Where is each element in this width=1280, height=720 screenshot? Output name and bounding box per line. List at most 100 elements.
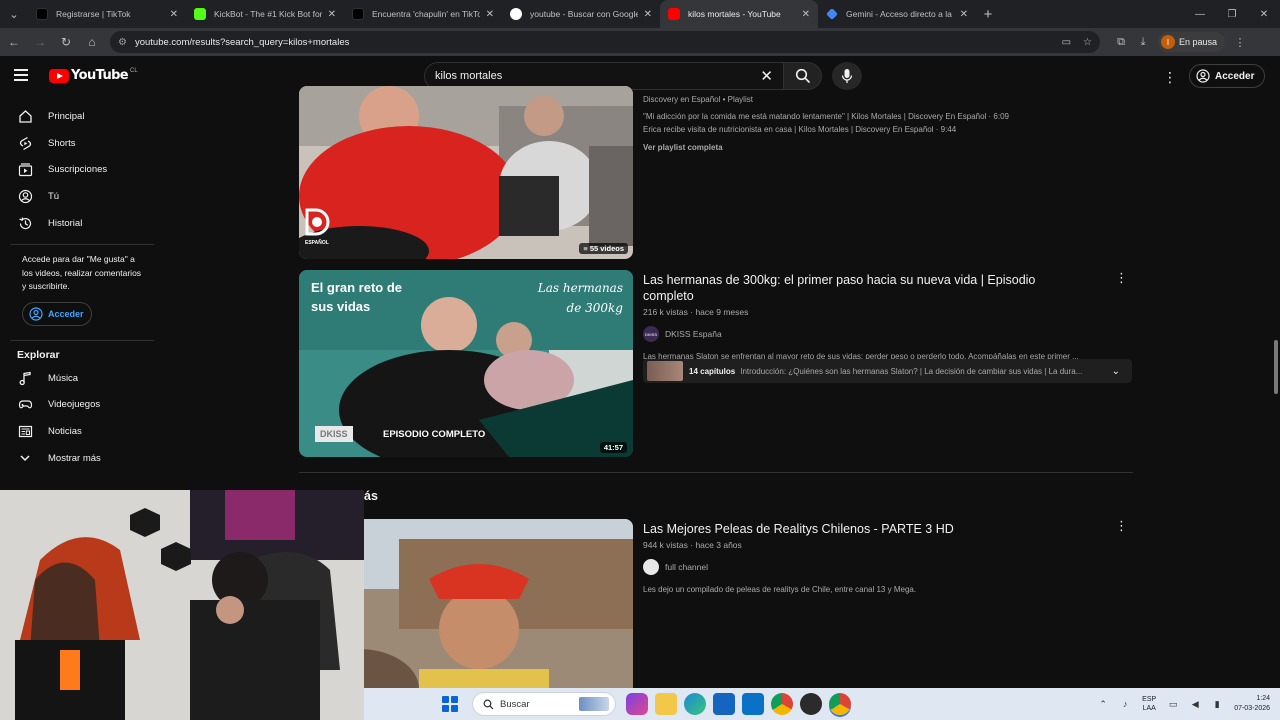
taskbar-search-box[interactable]: Buscar: [472, 692, 616, 716]
sidebar-item-label: Shorts: [48, 137, 76, 149]
browser-tab[interactable]: KickBot - The #1 Kick Bot for Cl ✕: [186, 0, 344, 28]
tab-search-button[interactable]: ⌄: [0, 0, 28, 28]
input-language[interactable]: ESP LAA: [1142, 695, 1156, 713]
microphone-icon[interactable]: ♪: [1118, 699, 1132, 709]
sidebar-item-historial[interactable]: Historial: [0, 210, 156, 237]
bookmark-star-icon[interactable]: ☆: [1083, 37, 1092, 48]
profile-button[interactable]: I En pausa: [1158, 32, 1226, 52]
browser-tab[interactable]: youtube - Buscar con Google ✕: [502, 0, 660, 28]
scrollbar-thumb[interactable]: [1274, 340, 1278, 394]
video-info: Las hermanas de 300kg: el primer paso ha…: [643, 272, 1083, 361]
chapters-list: Introducción: ¿Quiénes son las hermanas …: [740, 366, 1083, 376]
sidebar-item-musica[interactable]: Música: [0, 365, 156, 392]
video-title[interactable]: Las Mejores Peleas de Realitys Chilenos …: [643, 521, 1083, 537]
site-info-icon[interactable]: ⚙: [118, 37, 127, 48]
forward-icon[interactable]: →: [28, 30, 52, 54]
chevron-down-icon[interactable]: ⌄: [1112, 366, 1120, 377]
close-tab-icon[interactable]: ✕: [960, 9, 968, 20]
close-tab-icon[interactable]: ✕: [802, 9, 810, 20]
sidebar-signin-button[interactable]: Acceder: [22, 301, 92, 326]
sidebar-item-principal[interactable]: Principal: [0, 103, 156, 130]
browser-toolbar: ← → ↻ ⌂ ⚙ youtube.com/results?search_que…: [0, 28, 1280, 56]
chrome-icon[interactable]: [771, 693, 793, 715]
browser-tab-active[interactable]: kilos mortales - YouTube ✕: [660, 0, 818, 28]
close-tab-icon[interactable]: ✕: [486, 9, 494, 20]
video-thumbnail[interactable]: El gran reto de sus vidas Las hermanas d…: [299, 270, 633, 457]
sidebar-item-shorts[interactable]: Shorts: [0, 130, 156, 157]
sidebar-item-noticias[interactable]: Noticias: [0, 418, 156, 445]
system-clock[interactable]: 1:24 07-03-2026: [1234, 694, 1270, 714]
browser-tab[interactable]: Encuentra 'chapulin' en TikTok ✕: [344, 0, 502, 28]
view-full-playlist-link[interactable]: Ver playlist completa: [643, 143, 1083, 152]
guide-menu-icon[interactable]: [14, 66, 34, 86]
file-explorer-icon[interactable]: [655, 693, 677, 715]
channel-avatar: [643, 559, 659, 575]
reload-icon[interactable]: ↻: [54, 30, 78, 54]
minimize-icon[interactable]: —: [1184, 0, 1216, 28]
subscriptions-icon: [17, 162, 33, 178]
playlist-video-item[interactable]: "Mi adicción por la comida me está matan…: [643, 112, 1083, 121]
browser-menu-icon[interactable]: ⋮: [1229, 36, 1251, 49]
download-icon[interactable]: ⤓: [1132, 36, 1154, 49]
search-button[interactable]: [784, 62, 822, 90]
playlist-video-item[interactable]: Erica recibe visita de nutricionista en …: [643, 125, 1083, 134]
new-tab-button[interactable]: +: [976, 0, 1000, 28]
cast-icon[interactable]: ▭: [1062, 37, 1071, 48]
tab-title: Encuentra 'chapulin' en TikTok: [372, 9, 480, 19]
playlist-channel-line[interactable]: Discovery en Español • Playlist: [643, 95, 1083, 104]
tab-title: kilos mortales - YouTube: [688, 9, 781, 19]
account-icon: [1196, 69, 1210, 83]
extensions-icon[interactable]: ⧉: [1110, 36, 1132, 49]
restore-icon[interactable]: ❐: [1216, 0, 1248, 28]
sidebar-item-videojuegos[interactable]: Videojuegos: [0, 392, 156, 419]
window-controls: — ❐ ✕: [1184, 0, 1280, 28]
video-metadata: 944 k vistas · hace 3 años: [643, 540, 742, 550]
gaming-icon: [17, 397, 33, 413]
microsoft-store-icon[interactable]: [713, 693, 735, 715]
search-icon: [795, 68, 810, 84]
page-scrollbar[interactable]: [1272, 56, 1280, 688]
address-bar[interactable]: ⚙ youtube.com/results?search_query=kilos…: [110, 31, 1100, 53]
browser-tab[interactable]: Gemini - Acceso directo a la IA ✕: [818, 0, 976, 28]
close-tab-icon[interactable]: ✕: [644, 9, 652, 20]
sidebar-item-suscripciones[interactable]: Suscripciones: [0, 156, 156, 183]
chapters-bar[interactable]: 14 capítulos Introducción: ¿Quiénes son …: [643, 359, 1132, 383]
playlist-thumbnail[interactable]: ESPAÑOL ≡ 55 videos: [299, 86, 633, 259]
channel-link[interactable]: DKISS DKISS España: [643, 326, 1083, 342]
close-tab-icon[interactable]: ✕: [328, 9, 336, 20]
tab-title: Gemini - Acceso directo a la IA: [846, 9, 954, 19]
obs-icon[interactable]: [800, 693, 822, 715]
back-icon[interactable]: ←: [2, 30, 26, 54]
outlook-icon[interactable]: [742, 693, 764, 715]
copilot-app-icon[interactable]: [626, 693, 648, 715]
sidebar-item-tu[interactable]: Tú: [0, 183, 156, 210]
chevron-up-icon[interactable]: ⌃: [1096, 699, 1110, 710]
shorts-icon: [17, 135, 33, 151]
battery-icon[interactable]: ▮: [1210, 699, 1224, 710]
home-icon[interactable]: ⌂: [80, 30, 104, 54]
chrome-profile-icon[interactable]: [829, 693, 851, 715]
search-highlight-icon: [579, 697, 609, 711]
signin-button[interactable]: Acceder: [1189, 64, 1266, 88]
network-icon[interactable]: ▭: [1166, 699, 1180, 710]
edge-browser-icon[interactable]: [684, 693, 706, 715]
tab-title: KickBot - The #1 Kick Bot for Cl: [214, 9, 322, 19]
close-tab-icon[interactable]: ✕: [170, 9, 178, 20]
sidebar-item-mostrar-mas[interactable]: Mostrar más: [0, 445, 156, 472]
youtube-logo[interactable]: YouTube CL: [49, 68, 138, 83]
video-title[interactable]: Las hermanas de 300kg: el primer paso ha…: [643, 272, 1083, 304]
video-action-menu-icon[interactable]: ⋮: [1115, 518, 1128, 534]
browser-tab[interactable]: Registrarse | TikTok ✕: [28, 0, 186, 28]
voice-search-button[interactable]: [832, 62, 862, 90]
upload-age: hace 9 meses: [695, 307, 749, 317]
home-icon: [17, 108, 33, 124]
close-window-icon[interactable]: ✕: [1248, 0, 1280, 28]
volume-icon[interactable]: ◀: [1188, 699, 1202, 710]
clear-search-icon[interactable]: ✕: [760, 67, 773, 85]
settings-menu-icon[interactable]: ⋮: [1163, 69, 1177, 86]
windows-start-icon[interactable]: [442, 696, 458, 712]
chevron-down-icon: [17, 450, 33, 466]
channel-link[interactable]: full channel: [643, 559, 1083, 575]
logo-text: YouTube: [71, 68, 129, 83]
video-action-menu-icon[interactable]: ⋮: [1115, 270, 1128, 286]
